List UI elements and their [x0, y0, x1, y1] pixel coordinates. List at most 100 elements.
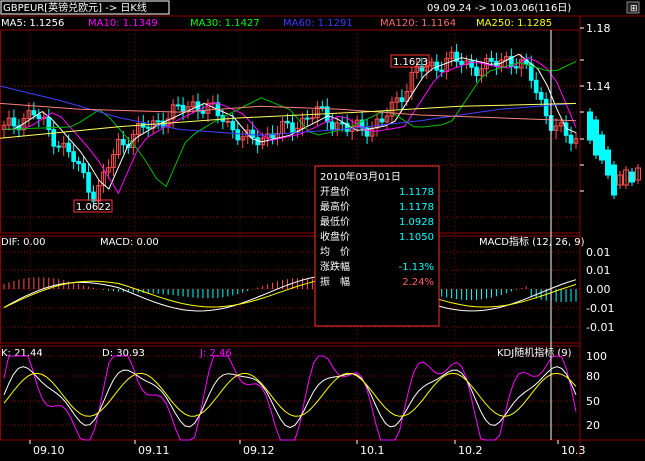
- macd-tick-label: 0.01: [586, 246, 611, 259]
- ma-legend-item: MA10: 1.1349: [88, 18, 158, 29]
- kdj-tick-label: 100: [586, 350, 607, 363]
- kdj-k-line: [3, 366, 577, 429]
- dif-line: [3, 274, 577, 312]
- mini-candle-body: [605, 149, 611, 176]
- info-row-value: 2.24%: [402, 277, 434, 288]
- mini-candle-body: [593, 119, 599, 156]
- candle-body: [305, 117, 310, 120]
- date-tick-label: 10.3: [561, 444, 586, 457]
- date-range: 09.09.24 -> 10.03.06(116日): [427, 3, 571, 14]
- candle-body: [568, 134, 574, 144]
- ma5-line: [3, 53, 577, 190]
- candle-body: [180, 104, 186, 113]
- candle-body: [31, 110, 37, 116]
- low-mark-label: 1.0622: [76, 202, 111, 213]
- info-date: 2010年03月01日: [320, 170, 401, 183]
- price-tick-label: 1.18: [586, 22, 611, 35]
- kdj-d-label: D: 30.93: [102, 348, 145, 359]
- kdj-tick-label: 50: [586, 395, 600, 408]
- mini-candle-body: [599, 134, 605, 161]
- date-tick-label: 09.11: [138, 444, 170, 457]
- info-row-value: -1.13%: [399, 262, 434, 273]
- kdj-panel[interactable]: [3, 355, 577, 441]
- candle-body: [76, 160, 81, 165]
- candle-body: [538, 92, 544, 100]
- info-row-label: 均 价: [320, 246, 350, 258]
- candle-body: [11, 117, 17, 127]
- candle-body: [175, 104, 181, 107]
- kdj-tick-label: 20: [586, 419, 600, 432]
- candle-body: [56, 145, 62, 148]
- candle-body: [230, 120, 236, 131]
- candle-body: [250, 129, 255, 139]
- macd-value-label: MACD: 0.00: [100, 237, 159, 248]
- info-row-label: 收盘价: [320, 230, 350, 243]
- candle-body: [474, 66, 479, 77]
- macd-tick-label: 0.00: [586, 283, 611, 296]
- ma-legend-item: MA30: 1.1427: [190, 18, 260, 29]
- high-mark-label: 1.1623: [393, 57, 428, 68]
- info-row-label: 最高价: [320, 200, 350, 213]
- candle-body: [439, 69, 445, 73]
- info-popup: 2010年03月01日 开盘价 1.1178 最高价 1.1178 最低价 1.0928 收…: [314, 165, 440, 327]
- ma-legend-item: MA120: 1.1164: [380, 18, 456, 29]
- ma-legend-item: MA250: 1.1285: [476, 18, 552, 29]
- kline-chart-window[interactable]: GBPEUR[英镑兑欧元] -> 日K线 09.09.24 -> 10.03.0…: [0, 0, 645, 457]
- info-row-label: 振 幅: [320, 275, 350, 288]
- info-row-value: 1.1178: [399, 202, 434, 213]
- info-row-label: 开盘价: [320, 185, 350, 198]
- candle-body: [51, 129, 57, 147]
- info-row-value: 1.1178: [399, 187, 434, 198]
- ma30-line: [3, 60, 577, 188]
- candle-body: [200, 110, 206, 114]
- candle-body: [285, 120, 290, 124]
- macd-tick-label: 0.01: [586, 264, 611, 277]
- candle-body: [71, 151, 76, 162]
- date-tick-label: 09.12: [243, 444, 275, 457]
- candle-body: [290, 122, 295, 133]
- mini-candle-body: [629, 171, 635, 183]
- candle-body: [121, 138, 126, 146]
- macd-tick-label: -0.01: [586, 321, 614, 334]
- date-tick-label: 10.1: [360, 444, 385, 457]
- mini-candle-body: [611, 164, 617, 196]
- price-tick-label: 1.14: [586, 80, 611, 93]
- candle-body: [379, 118, 385, 123]
- candle-body: [310, 117, 315, 120]
- date-tick-label: 09.10: [33, 444, 65, 457]
- macd-panel[interactable]: [3, 274, 577, 312]
- chevron-icon: ⊞: [630, 4, 638, 14]
- ma-legend-item: MA60: 1.1291: [283, 18, 353, 29]
- candle-body: [489, 57, 494, 62]
- candle-body: [235, 129, 241, 141]
- info-row-label: 涨跌幅: [320, 260, 350, 273]
- candle-body: [543, 98, 549, 117]
- info-row-value: 1.1050: [399, 232, 434, 243]
- chart-title: GBPEUR[英镑兑欧元] -> 日K线: [3, 1, 147, 14]
- dea-line: [3, 276, 577, 308]
- candle-body: [81, 163, 86, 174]
- ma-legend: MA5: 1.1256 MA10: 1.1349 MA30: 1.1427 MA60:…: [1, 18, 552, 29]
- kdj-tick-label: 80: [586, 370, 600, 383]
- candle-body: [225, 120, 231, 123]
- kdj-d-line: [3, 372, 577, 417]
- candle-body: [36, 114, 42, 120]
- mini-candle-body: [587, 111, 593, 141]
- ma-legend-item: MA5: 1.1256: [1, 18, 64, 29]
- candle-body: [86, 172, 91, 193]
- macd-tick-label: -0.01: [586, 302, 614, 315]
- candle-body: [399, 97, 405, 102]
- info-row-value: 1.0928: [399, 217, 434, 228]
- kdj-k-label: K: 21.44: [1, 348, 43, 359]
- macd-dif-label: DIF: 0.00: [1, 237, 45, 248]
- candle-body: [155, 120, 161, 123]
- macd-title: MACD指标 (12, 26, 9): [479, 235, 585, 248]
- info-row-label: 最低价: [320, 215, 350, 228]
- candle-body: [320, 106, 325, 109]
- candle-body: [533, 79, 539, 94]
- date-tick-label: 10.2: [458, 444, 483, 457]
- kdj-j-label: J: 2.46: [199, 348, 232, 359]
- candle-body: [329, 121, 335, 130]
- candle-body: [66, 142, 71, 153]
- candle-body: [459, 60, 464, 66]
